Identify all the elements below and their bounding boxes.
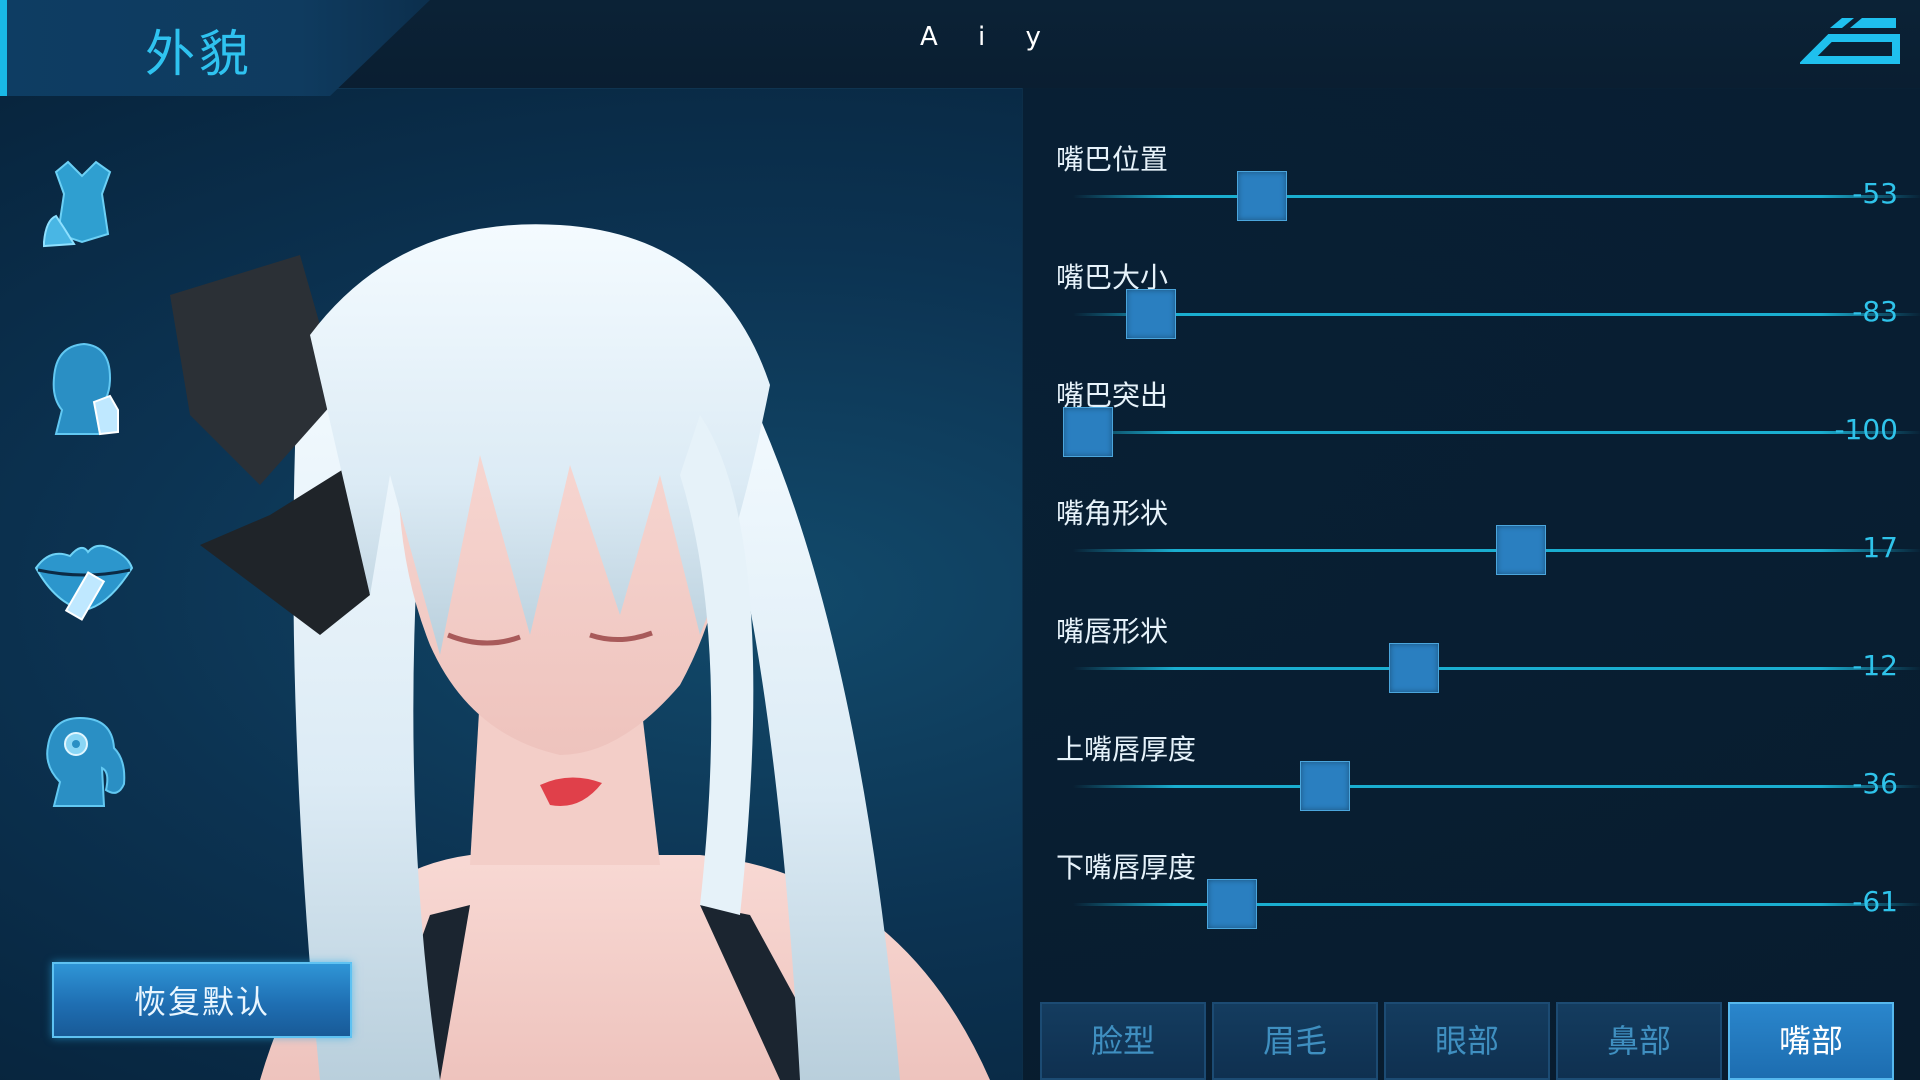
slider-label: 下嘴唇厚度 [1056,851,1197,884]
restore-default-button[interactable]: 恢复默认 [52,962,352,1038]
slider-label: 嘴巴位置 [1056,143,1169,176]
hairstyle-icon[interactable] [30,710,140,820]
hairstyle-icon-graphic [46,716,126,807]
outfit-icon-graphic [43,160,112,248]
slider-row: 嘴巴突出 -100 [1023,374,1920,484]
slider-thumb[interactable] [1299,761,1350,811]
slider-row: 嘴巴大小 -83 [1023,256,1920,366]
slider-thumb[interactable] [1125,289,1176,339]
face-sculpt-icon[interactable] [30,338,140,448]
slider-value: -61 [1852,885,1898,918]
slider-thumb[interactable] [1063,407,1113,457]
slider-value: -12 [1852,649,1898,682]
slider-label: 上嘴唇厚度 [1056,733,1197,766]
tab-1[interactable]: 眉毛 [1212,1002,1378,1080]
tab-3[interactable]: 鼻部 [1556,1002,1722,1080]
slider-value: -83 [1852,295,1898,328]
character-model [170,224,990,1080]
slider-row: 嘴唇形状 -12 [1023,610,1920,720]
page-title: 外貌 [145,25,253,83]
slider-track[interactable] [1073,785,1920,788]
slider-panel: 嘴巴位置 -53 嘴巴大小 -83 嘴巴突出 -100 嘴角形状 17 嘴唇形状 -12 上嘴唇厚度… [1022,88,1920,1080]
slider-track[interactable] [1073,313,1920,316]
slider-row: 嘴角形状 17 [1023,492,1920,602]
slider-track[interactable] [1073,431,1920,434]
slider-value: -100 [1834,413,1898,446]
slider-label: 嘴角形状 [1056,497,1169,530]
slider-thumb[interactable] [1495,525,1546,575]
tab-4[interactable]: 嘴部 [1728,1002,1894,1080]
slider-label: 嘴唇形状 [1056,615,1169,648]
outfit-icon[interactable] [30,150,140,260]
slider-track[interactable] [1073,195,1920,198]
slider-thumb[interactable] [1207,879,1258,929]
slider-value: -36 [1852,767,1898,800]
player-name: A i y [920,22,1057,52]
slider-row: 下嘴唇厚度 -61 [1023,846,1920,956]
makeup-icon-graphic [34,544,134,621]
slider-thumb[interactable] [1388,643,1439,693]
category-tabs: 脸型 眉毛 眼部 鼻部 嘴部 [1040,1002,1900,1080]
title-accent [0,0,7,96]
slider-thumb[interactable] [1236,171,1287,221]
slider-track[interactable] [1073,667,1920,670]
slider-row: 上嘴唇厚度 -36 [1023,728,1920,838]
slider-row: 嘴巴位置 -53 [1023,138,1920,248]
top-bar: 外貌 A i y [0,0,1920,96]
back-button[interactable] [1798,16,1904,72]
tab-0[interactable]: 脸型 [1040,1002,1206,1080]
tab-2[interactable]: 眼部 [1384,1002,1550,1080]
face-sculpt-icon-graphic [52,342,119,436]
slider-value: -53 [1852,177,1898,210]
customization-screen: 外貌 A i y 恢复默认 嘴巴位置 -53 嘴巴大小 -83 嘴巴突出 -10… [0,0,1920,1080]
slider-value: 17 [1862,531,1898,564]
makeup-icon[interactable] [30,522,140,632]
slider-track[interactable] [1073,903,1920,906]
back-arrow-icon [1798,18,1900,64]
